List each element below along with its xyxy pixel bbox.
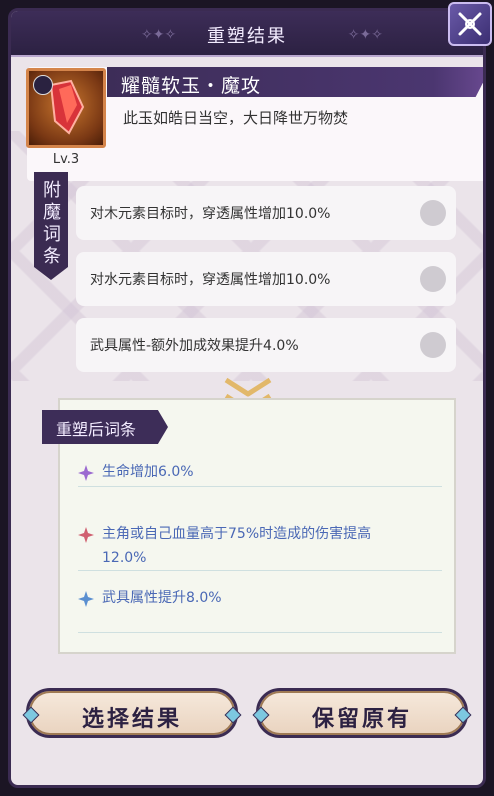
close-button[interactable]	[448, 2, 492, 46]
lock-icon	[33, 75, 53, 95]
select-result-button[interactable]: 选择结果	[22, 688, 242, 738]
reforged-entry: 主角或自己血量高于75%时造成的伤害提高12.0%	[78, 522, 442, 571]
sparkle-icon	[78, 465, 94, 481]
enchant-tab-label: 附魔词条	[43, 180, 61, 267]
select-result-label: 选择结果	[81, 707, 182, 732]
item-name: 耀髓软玉・魔攻	[121, 75, 262, 97]
reforged-tab-label: 重塑后词条	[56, 420, 137, 439]
affix-text: 对水元素目标时，穿透属性增加10.0%	[90, 272, 331, 288]
affix-row[interactable]: 对木元素目标时，穿透属性增加10.0%	[76, 186, 456, 240]
item-level: Lv.3	[52, 152, 80, 167]
item-description: 此玉如皓日当空，大日降世万物焚	[123, 109, 349, 127]
affix-row[interactable]: 对水元素目标时，穿透属性增加10.0%	[76, 252, 456, 306]
keep-original-button[interactable]: 保留原有	[252, 688, 472, 738]
keep-original-label: 保留原有	[311, 707, 412, 732]
reforged-entry-text: 武具属性提升8.0%	[102, 590, 222, 606]
sparkle-icon	[78, 591, 94, 607]
close-icon	[458, 12, 482, 36]
affix-select-radio[interactable]	[420, 266, 446, 292]
affix-text: 武具属性-额外加成效果提升4.0%	[90, 338, 299, 354]
reforged-entry: 武具属性提升8.0%	[78, 586, 442, 633]
reforged-entry-text: 生命增加6.0%	[102, 464, 194, 480]
title-ornament-right: ✧✦✧	[347, 27, 383, 43]
affix-select-radio[interactable]	[420, 200, 446, 226]
affix-select-radio[interactable]	[420, 332, 446, 358]
reforged-entry: 生命增加6.0%	[78, 460, 442, 487]
page-title: 重塑结果	[207, 26, 287, 47]
item-icon-frame[interactable]	[26, 68, 106, 148]
reforged-entry-text: 主角或自己血量高于75%时造成的伤害提高12.0%	[102, 526, 372, 566]
affix-row[interactable]: 武具属性-额外加成效果提升4.0%	[76, 318, 456, 372]
affix-text: 对木元素目标时，穿透属性增加10.0%	[90, 206, 331, 222]
sparkle-icon	[78, 527, 94, 543]
title-bar: ✧✦✧ 重塑结果 ✧✦✧	[11, 11, 483, 57]
